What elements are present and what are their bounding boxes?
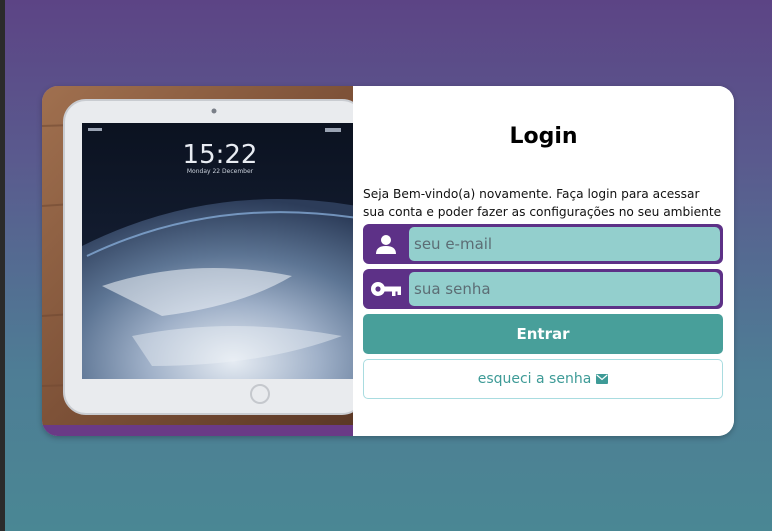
- email-input[interactable]: [409, 227, 720, 261]
- tablet-date: Monday 22 December: [187, 168, 254, 175]
- login-card: 15:22 Monday 22 December Login Seja Bem-…: [42, 86, 734, 436]
- login-form: Login Seja Bem-vindo(a) novamente. Faça …: [353, 86, 734, 436]
- tablet-photo: 15:22 Monday 22 December: [42, 86, 353, 436]
- email-field-group: [363, 224, 723, 264]
- welcome-text: Seja Bem-vindo(a) novamente. Faça login …: [363, 187, 722, 219]
- password-field-group: [363, 269, 723, 309]
- key-icon: [363, 269, 408, 309]
- tablet-clock: 15:22: [183, 140, 258, 170]
- page-title: Login: [509, 124, 578, 149]
- password-input[interactable]: [409, 272, 720, 306]
- user-icon: [363, 224, 408, 264]
- envelope-icon: [596, 374, 609, 384]
- forgot-password-button[interactable]: esqueci a senha: [363, 359, 723, 399]
- forgot-password-label: esqueci a senha: [477, 371, 592, 387]
- window-edge: [0, 0, 5, 531]
- enter-button[interactable]: Entrar: [363, 314, 723, 354]
